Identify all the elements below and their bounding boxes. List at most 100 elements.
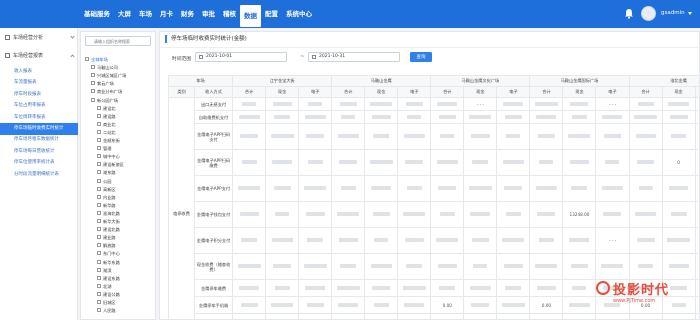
tree-node[interactable]: 建业路 bbox=[97, 234, 116, 242]
redacted-value bbox=[537, 134, 555, 138]
sidebar-group-analysis[interactable]: 车场经营分析 bbox=[0, 30, 78, 44]
expand-toggle-icon[interactable] bbox=[91, 81, 95, 86]
start-date-input[interactable]: 2021-10-01 bbox=[195, 52, 287, 62]
tree-node[interactable]: 新华路 bbox=[97, 202, 116, 210]
value-cell bbox=[265, 227, 300, 254]
value-cell bbox=[529, 279, 564, 297]
expand-toggle-icon[interactable] bbox=[97, 105, 101, 110]
tree-node[interactable]: 商业北 bbox=[97, 121, 116, 129]
tree-node[interactable]: 兴城区城区广场 bbox=[91, 72, 126, 80]
nav-item-3[interactable]: 月卡 bbox=[156, 0, 177, 28]
expand-toggle-icon[interactable] bbox=[91, 73, 95, 78]
expand-toggle-icon[interactable] bbox=[97, 275, 101, 280]
expand-toggle-icon[interactable] bbox=[97, 129, 101, 134]
sidebar-item[interactable]: 收入报表 bbox=[0, 66, 78, 78]
expand-toggle-icon[interactable] bbox=[85, 57, 89, 61]
tree-node[interactable]: 城中中心 bbox=[97, 153, 120, 161]
expand-toggle-icon[interactable] bbox=[97, 283, 101, 288]
nav-item-9[interactable]: 系统中心 bbox=[282, 0, 316, 28]
expand-toggle-icon[interactable] bbox=[97, 267, 101, 272]
sidebar-item[interactable]: 停车场月租车数据统计 bbox=[0, 134, 78, 146]
tree-node[interactable]: 金顺东街 bbox=[97, 137, 120, 145]
nav-item-8[interactable]: 配置 bbox=[261, 0, 282, 28]
user-menu-caret-icon[interactable] bbox=[688, 12, 692, 15]
tree-node[interactable]: 湖东路 bbox=[97, 169, 116, 177]
tree-node[interactable]: 管理 bbox=[97, 145, 111, 153]
sidebar-item[interactable]: 车位占用率报表 bbox=[0, 100, 78, 112]
tree-node[interactable]: 湖滨 bbox=[97, 267, 111, 275]
nav-item-7[interactable]: 数据 bbox=[240, 5, 261, 27]
expand-toggle-icon[interactable] bbox=[97, 219, 101, 223]
tree-node[interactable]: 新公园广场 bbox=[91, 97, 118, 105]
tree-node[interactable]: 建设东路 bbox=[97, 275, 120, 283]
tree-node[interactable]: 马鞍山公司 bbox=[91, 64, 118, 72]
expand-toggle-icon[interactable] bbox=[97, 259, 101, 264]
username[interactable]: gsadmin bbox=[661, 10, 685, 16]
sidebar-item[interactable]: 停车时段报表 bbox=[0, 89, 78, 101]
expand-toggle-icon[interactable] bbox=[97, 210, 101, 215]
tree-node[interactable]: 内业路 bbox=[97, 194, 116, 202]
end-date-input[interactable]: 2021-10-31 bbox=[308, 52, 400, 62]
redacted-value bbox=[337, 212, 360, 216]
expand-toggle-icon[interactable] bbox=[91, 89, 95, 94]
tree-node[interactable]: 建设路 bbox=[97, 113, 116, 121]
expand-toggle-icon[interactable] bbox=[97, 113, 101, 118]
nav-item-4[interactable]: 财务 bbox=[177, 0, 198, 28]
tree-node[interactable]: 公园 bbox=[97, 178, 111, 186]
query-button[interactable]: 查询 bbox=[410, 52, 432, 62]
expand-toggle-icon[interactable] bbox=[97, 178, 101, 183]
expand-toggle-icon[interactable] bbox=[97, 202, 101, 207]
sidebar-item[interactable]: 停车场临时收费实时统计 bbox=[0, 123, 78, 135]
tree-node[interactable]: 北湖 bbox=[97, 283, 111, 291]
expand-toggle-icon[interactable] bbox=[91, 65, 95, 70]
expand-toggle-icon[interactable] bbox=[97, 291, 101, 296]
tree-node[interactable]: 建设新旅区 bbox=[97, 161, 124, 169]
tree-node[interactable]: 新华大街 bbox=[97, 218, 120, 226]
nav-item-6[interactable]: 稽核 bbox=[219, 0, 240, 28]
tree-node[interactable]: 商业分布广场 bbox=[91, 88, 122, 96]
tree-node[interactable]: 解放路 bbox=[97, 242, 116, 250]
expand-toggle-icon[interactable] bbox=[97, 227, 101, 232]
expand-toggle-icon[interactable] bbox=[97, 308, 101, 313]
expand-toggle-icon[interactable] bbox=[97, 235, 101, 240]
expand-toggle-icon[interactable] bbox=[97, 170, 101, 175]
tree-node[interactable]: 新华东路 bbox=[97, 259, 120, 267]
nav-item-0[interactable]: 基础服务 bbox=[80, 0, 114, 28]
tree-node[interactable]: 建设北路 bbox=[97, 226, 120, 234]
nav-item-1[interactable]: 大屏 bbox=[114, 0, 135, 28]
tree-node[interactable]: 高新区 bbox=[97, 186, 116, 194]
expand-toggle-icon[interactable] bbox=[97, 251, 101, 256]
tree-node[interactable]: 建设公路 bbox=[97, 291, 120, 299]
sidebar-item[interactable]: 车流量报表 bbox=[0, 77, 78, 89]
bell-icon[interactable] bbox=[624, 8, 634, 19]
tree-search-input[interactable] bbox=[85, 36, 151, 46]
sidebar-item[interactable]: 车位周转率报表 bbox=[0, 112, 78, 124]
sidebar-item[interactable]: 分时段流量明细统计表 bbox=[0, 169, 78, 181]
sidebar-group-reports[interactable]: 车场经营报表 bbox=[0, 48, 78, 62]
expand-toggle-icon[interactable] bbox=[91, 97, 95, 102]
expand-toggle-icon[interactable] bbox=[97, 194, 101, 199]
tree-node[interactable]: 东门中心 bbox=[97, 250, 120, 258]
tree-node[interactable]: 旧城区 bbox=[97, 299, 116, 307]
tree-node[interactable]: 淮海北路 bbox=[97, 210, 120, 218]
avatar[interactable] bbox=[641, 6, 656, 21]
expand-toggle-icon[interactable] bbox=[97, 154, 101, 159]
expand-toggle-icon[interactable] bbox=[97, 138, 101, 142]
tree-node[interactable]: 建设北 bbox=[97, 105, 116, 113]
expand-toggle-icon[interactable] bbox=[97, 300, 101, 304]
value-cell: 0.00 bbox=[430, 313, 465, 319]
nav-item-2[interactable]: 车场 bbox=[135, 0, 156, 28]
expand-toggle-icon[interactable] bbox=[97, 186, 101, 191]
tree-node[interactable]: 二站北 bbox=[97, 129, 116, 137]
nav-item-5[interactable]: 审批 bbox=[198, 0, 219, 28]
sidebar-item[interactable]: 停车位使用率统计表 bbox=[0, 157, 78, 169]
expand-toggle-icon[interactable] bbox=[97, 146, 101, 151]
tree-node[interactable]: 全城车场 bbox=[85, 56, 108, 64]
expand-toggle-icon[interactable] bbox=[97, 162, 101, 167]
sidebar-item[interactable]: 停车场每日营收统计 bbox=[0, 146, 78, 158]
tree-node[interactable]: 紫云广场 bbox=[91, 80, 114, 88]
tree-node[interactable]: 人民路 bbox=[97, 307, 116, 315]
expand-toggle-icon[interactable] bbox=[97, 121, 101, 126]
expand-toggle-icon[interactable] bbox=[97, 243, 101, 248]
calendar-icon bbox=[199, 55, 203, 59]
